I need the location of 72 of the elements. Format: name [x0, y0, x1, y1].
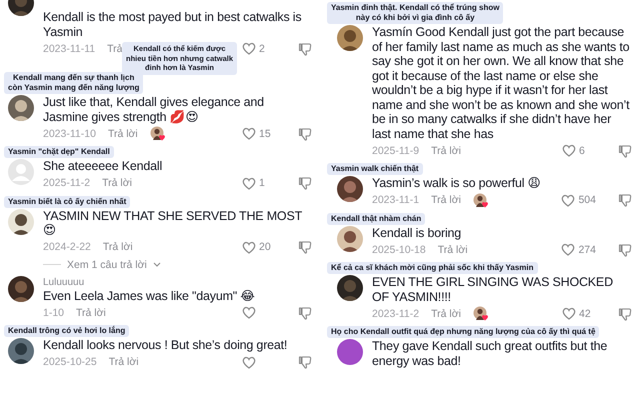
caption-label: Yasmin walk chiến thật — [327, 163, 423, 175]
like-count: 504 — [578, 194, 596, 206]
reply-link[interactable]: Trả lời — [102, 177, 132, 189]
comment-text: EVEN THE GIRL SINGING WAS SHOCKED OF YASMIN!!!! — [372, 275, 614, 304]
heart-icon[interactable] — [242, 240, 256, 254]
reply-link[interactable]: Trả lời — [431, 194, 461, 206]
chevron-down-icon — [152, 262, 161, 268]
comment-date: 2023-11-2 — [372, 308, 420, 320]
dislike-icon[interactable] — [298, 126, 312, 140]
comment-text: Kendall looks nervous ! But she’s doing great! — [43, 338, 288, 352]
comment-text: Kendall is the most payed but in best catwalks is Yasmin — [43, 10, 302, 39]
comment-date: 2025-10-25 — [43, 356, 97, 368]
heart-icon[interactable] — [561, 243, 576, 256]
heart-icon[interactable] — [242, 306, 256, 319]
heart-icon[interactable] — [562, 307, 576, 320]
caption-label: Họ cho Kendall outfit quá đẹp nhưng năng lượng của cô ấy thì quá tệ — [327, 326, 600, 338]
dislike-icon[interactable] — [298, 42, 312, 56]
comment-text: Just like that, Kendall gives elegance and Jasmine gives strength 💋😍 — [43, 95, 265, 124]
reply-link[interactable]: Trả lời — [431, 144, 461, 156]
like-count: 6 — [579, 144, 585, 156]
dislike-icon[interactable] — [618, 144, 632, 158]
avatar-icon[interactable] — [337, 339, 363, 365]
like-count: 15 — [259, 128, 271, 140]
caption-label: Kendall mang đến sự thanh lịch còn Yasmin mang đến năng lượng — [4, 72, 144, 94]
like-count: 42 — [579, 308, 591, 320]
dislike-icon[interactable] — [298, 306, 312, 320]
comment-text: YASMIN NEW THAT SHE SERVED THE MOST 😍 — [43, 208, 303, 238]
comment-date: 2023-11-11 — [43, 42, 96, 54]
comment-date: 2023-11-1 — [372, 194, 420, 206]
comment-text: Even Leela James was like "dayum" 😂 — [43, 288, 256, 303]
comment-date: 2023-11-10 — [43, 128, 96, 140]
comment-text: They gave Kendall such great outfits but the energy was bad! — [372, 339, 608, 368]
reply-link[interactable]: Trả lời — [108, 356, 139, 368]
caption-label: Kể cả ca sĩ khách mời cũng phải sốc khi thấy Yasmin — [327, 262, 538, 274]
comment-date: 1-10 — [43, 306, 64, 318]
caption-label: Yasmin "chặt dẹp" Kendall — [4, 146, 114, 158]
dislike-icon[interactable] — [618, 306, 632, 320]
heart-icon[interactable] — [242, 127, 256, 140]
caption-label: Kendall thật nhàm chán — [327, 212, 426, 224]
reply-link[interactable]: Trả lời — [438, 244, 468, 256]
heart-icon[interactable] — [242, 176, 256, 190]
dislike-icon[interactable] — [618, 193, 632, 207]
like-count: 1 — [259, 177, 265, 189]
heart-icon[interactable] — [562, 144, 576, 157]
like-count: 2 — [259, 42, 265, 54]
heart-icon[interactable] — [242, 42, 256, 55]
comment-date: 2025-11-9 — [372, 144, 420, 156]
dislike-icon[interactable] — [298, 176, 312, 190]
comment-date: 2025-11-2 — [43, 177, 90, 189]
username[interactable]: Luluuuuu — [43, 276, 312, 288]
comment-text: She ateeeeee Kendall — [43, 159, 164, 174]
reply-link[interactable]: Trả lời — [76, 306, 106, 318]
heart-icon[interactable] — [242, 356, 256, 368]
dislike-icon[interactable] — [298, 355, 312, 369]
reply-link[interactable]: Trả — [107, 42, 123, 54]
like-count: 274 — [578, 244, 596, 256]
comment-text: Kendall is boring — [372, 226, 462, 240]
reply-link[interactable]: Trả lời — [108, 128, 138, 140]
comment-date: 2024-2-22 — [43, 241, 91, 253]
reply-link[interactable]: Trả lời — [431, 308, 461, 320]
like-count: 20 — [259, 241, 271, 253]
dislike-icon[interactable] — [298, 240, 312, 254]
caption-label: Yasmin đinh thật. Kendall có thể trúng show này có khi bởi vì gia đình cô ấy — [327, 2, 504, 24]
caption-label: Kendall trông có vẻ hơi lo lắng — [4, 325, 130, 337]
caption-label: Yasmin biết là cô ấy chiến nhất — [4, 196, 130, 208]
comment-text: Yasmin’s walk is so powerful 😩 — [372, 176, 542, 190]
heart-icon[interactable] — [561, 194, 576, 206]
view-replies-link[interactable]: Xem 1 câu trả lời — [67, 258, 147, 270]
comment-text: Yasmín Good Kendall just got the part because of her family last name as much as she wants to say she got it on her own. We all know that she got it because of the last name or else she wouldn’t be a big hype if it wasn’t for her last name and she won’t be as known and she won’t be in so many catwalks if she didn’t have her last name that she has — [372, 25, 630, 141]
dislike-icon[interactable] — [618, 242, 632, 256]
comment-date: 2025-10-18 — [372, 244, 426, 256]
reply-link[interactable]: Trả lời — [102, 241, 133, 253]
